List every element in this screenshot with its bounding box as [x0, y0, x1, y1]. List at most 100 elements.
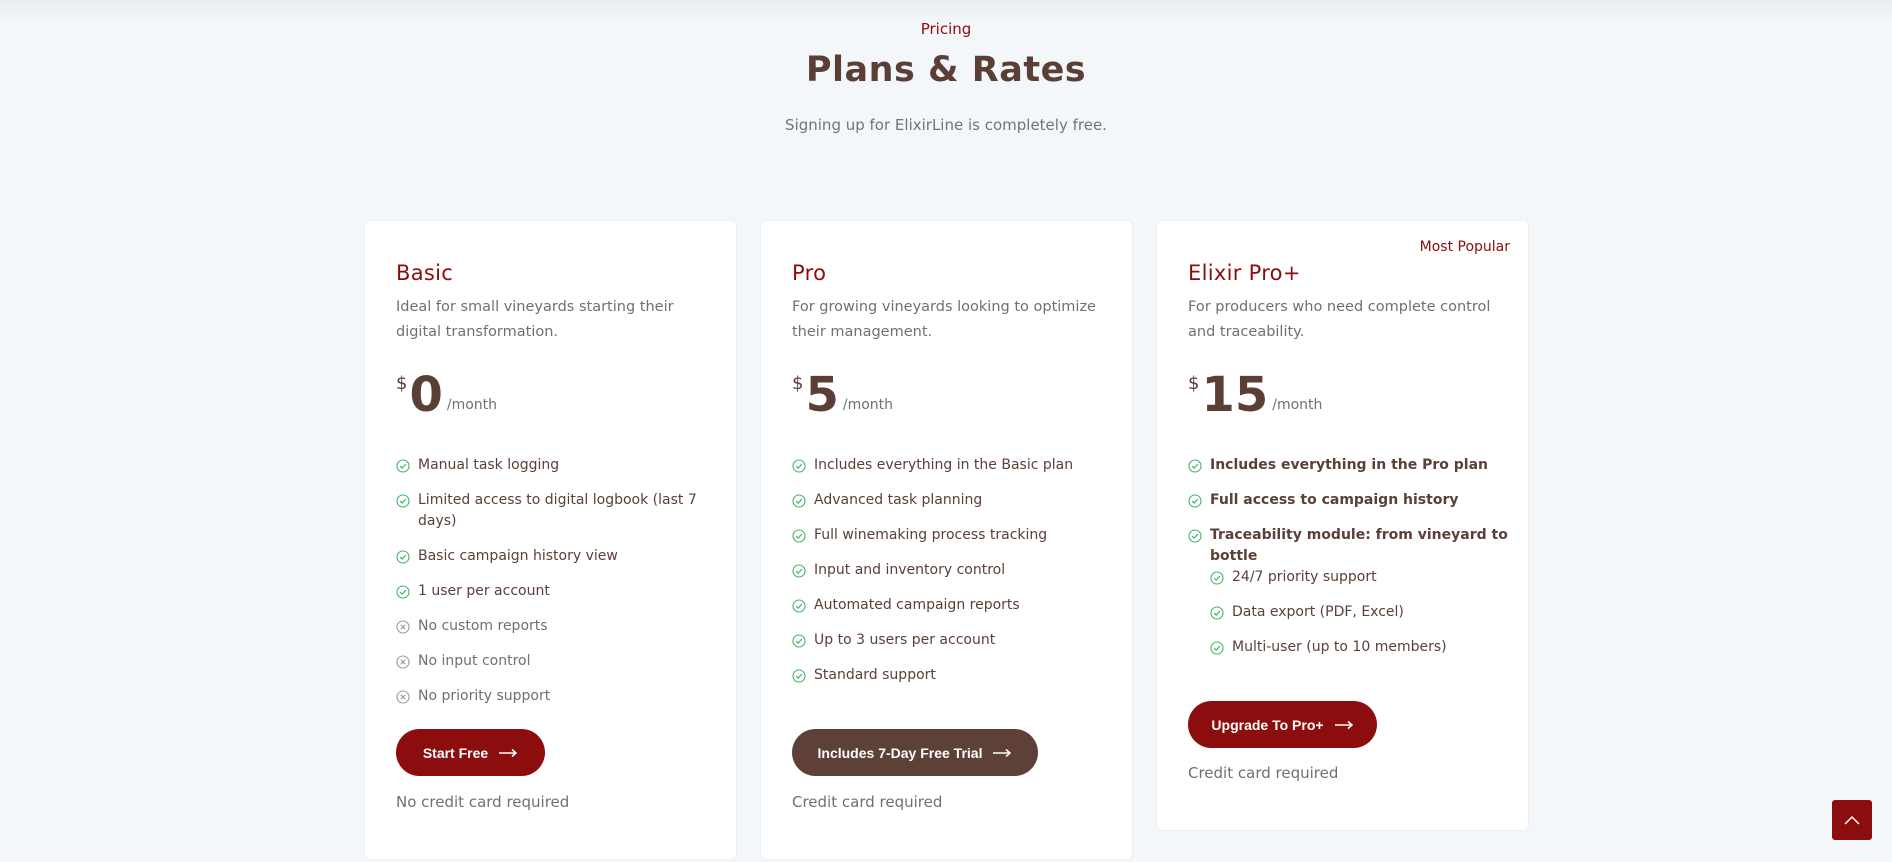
feature-text: Up to 3 users per account: [814, 632, 996, 648]
feature-text: Includes everything in the Pro plan: [1210, 457, 1488, 473]
feature-list: Manual task logging Limited access to di…: [396, 455, 716, 721]
feature-item: Advanced task planning: [792, 490, 1112, 511]
feature-item: Input and inventory control: [792, 560, 1112, 581]
check-icon: [792, 634, 806, 648]
check-icon: [1210, 571, 1224, 585]
plan-name: Pro: [792, 261, 827, 285]
plan-card-pro: Pro For growing vineyards looking to opt…: [760, 220, 1133, 860]
feature-text: Standard support: [814, 667, 936, 683]
plan-name: Elixir Pro+: [1188, 261, 1301, 285]
feature-text: Automated campaign reports: [814, 597, 1020, 613]
button-label: Start Free: [422, 744, 489, 761]
plan-price: $ 15 /month: [1188, 369, 1322, 421]
plan-note: No credit card required: [396, 793, 570, 811]
feature-text: Includes everything in the Basic plan: [814, 457, 1074, 473]
check-icon: [1210, 641, 1224, 655]
pricing-eyebrow: Pricing: [920, 20, 972, 38]
feature-item: Traceability module: from vineyard to bo…: [1188, 525, 1508, 567]
feature-text: Full access to campaign history: [1210, 492, 1459, 508]
plan-card-basic: Basic Ideal for small vineyards starting…: [364, 220, 737, 860]
price-period: /month: [446, 397, 498, 413]
feature-item: Includes everything in the Pro plan: [1188, 455, 1508, 476]
check-icon: [396, 459, 410, 473]
check-icon: [396, 550, 410, 564]
button-label: Upgrade To Pro+: [1211, 716, 1324, 733]
feature-text: 24/7 priority support: [1232, 569, 1377, 585]
price-period: /month: [1272, 397, 1323, 413]
plan-price: $ 5 /month: [792, 369, 893, 421]
feature-item: Data export (PDF, Excel): [1210, 602, 1508, 623]
feature-item: Full access to campaign history: [1188, 490, 1508, 511]
pricing-page: Pricing Plans & Rates Signing up for Eli…: [0, 0, 1892, 862]
plan-name: Basic: [396, 261, 454, 285]
feature-item: Automated campaign reports: [792, 595, 1112, 616]
feature-item: Manual task logging: [396, 455, 716, 476]
button-label: Includes 7-Day Free Trial: [817, 744, 983, 761]
feature-item: 24/7 priority support: [1210, 567, 1508, 588]
feature-text: No priority support: [418, 688, 551, 704]
feature-text: No custom reports: [418, 618, 548, 634]
feature-text: Limited access to digital logbook (last …: [418, 492, 697, 529]
feature-text: Multi-user (up to 10 members): [1232, 639, 1447, 655]
feature-item: No priority support: [396, 686, 716, 707]
check-icon: [792, 494, 806, 508]
feature-text: Full winemaking process tracking: [814, 527, 1048, 543]
feature-item: Basic campaign history view: [396, 546, 716, 567]
plan-description: Ideal for small vineyards starting their…: [396, 299, 674, 340]
free-trial-button[interactable]: Includes 7-Day Free Trial: [792, 729, 1038, 776]
feature-item: 1 user per account: [396, 581, 716, 602]
price-currency: $: [396, 373, 408, 394]
feature-text: Input and inventory control: [814, 562, 1006, 578]
chevron-up-icon: [1844, 815, 1860, 825]
check-icon: [1188, 494, 1202, 508]
feature-item: Up to 3 users per account: [792, 630, 1112, 651]
plan-note: Credit card required: [792, 793, 943, 811]
cross-icon: [396, 655, 410, 669]
feature-item: Standard support: [792, 665, 1112, 686]
plan-description: For growing vineyards looking to optimiz…: [792, 299, 1096, 340]
feature-item: Full winemaking process tracking: [792, 525, 1112, 546]
feature-item: Limited access to digital logbook (last …: [396, 490, 716, 532]
check-icon: [792, 669, 806, 683]
page-title: Plans & Rates: [805, 50, 1087, 90]
price-currency: $: [1188, 373, 1200, 394]
feature-text: Advanced task planning: [814, 492, 983, 508]
feature-text: 1 user per account: [418, 583, 550, 599]
feature-text: Manual task logging: [418, 457, 560, 473]
cross-icon: [396, 620, 410, 634]
price-amount: 5: [805, 367, 839, 423]
check-icon: [792, 564, 806, 578]
check-icon: [1188, 459, 1202, 473]
feature-item: Includes everything in the Basic plan: [792, 455, 1112, 476]
feature-text: Basic campaign history view: [418, 548, 618, 564]
arrow-right-icon: [499, 748, 518, 757]
check-icon: [792, 459, 806, 473]
price-period: /month: [842, 397, 894, 413]
plan-card-elixir-pro-plus: Most Popular Elixir Pro+ For producers w…: [1156, 220, 1529, 831]
start-free-button[interactable]: Start Free: [396, 729, 545, 776]
check-icon: [396, 585, 410, 599]
scroll-to-top-button[interactable]: [1832, 800, 1872, 840]
page-subtitle: Signing up for ElixirLine is completely …: [785, 116, 1107, 134]
price-currency: $: [792, 373, 804, 394]
price-amount: 0: [409, 367, 443, 423]
plan-price: $ 0 /month: [396, 369, 497, 421]
arrow-right-icon: [993, 748, 1012, 757]
check-icon: [1210, 606, 1224, 620]
feature-text: Traceability module: from vineyard to bo…: [1210, 527, 1508, 564]
feature-item: No custom reports: [396, 616, 716, 637]
price-amount: 15: [1201, 367, 1269, 423]
arrow-right-icon: [1334, 720, 1353, 729]
feature-item: No input control: [396, 651, 716, 672]
check-icon: [792, 529, 806, 543]
check-icon: [792, 599, 806, 613]
feature-text: Data export (PDF, Excel): [1232, 604, 1404, 620]
most-popular-badge: Most Popular: [1419, 239, 1510, 255]
cross-icon: [396, 690, 410, 704]
check-icon: [396, 494, 410, 508]
upgrade-button[interactable]: Upgrade To Pro+: [1188, 701, 1377, 748]
feature-item: Multi-user (up to 10 members): [1210, 637, 1508, 658]
feature-list: Includes everything in the Basic plan Ad…: [792, 455, 1112, 700]
check-icon: [1188, 529, 1202, 543]
plan-note: Credit card required: [1188, 764, 1339, 782]
